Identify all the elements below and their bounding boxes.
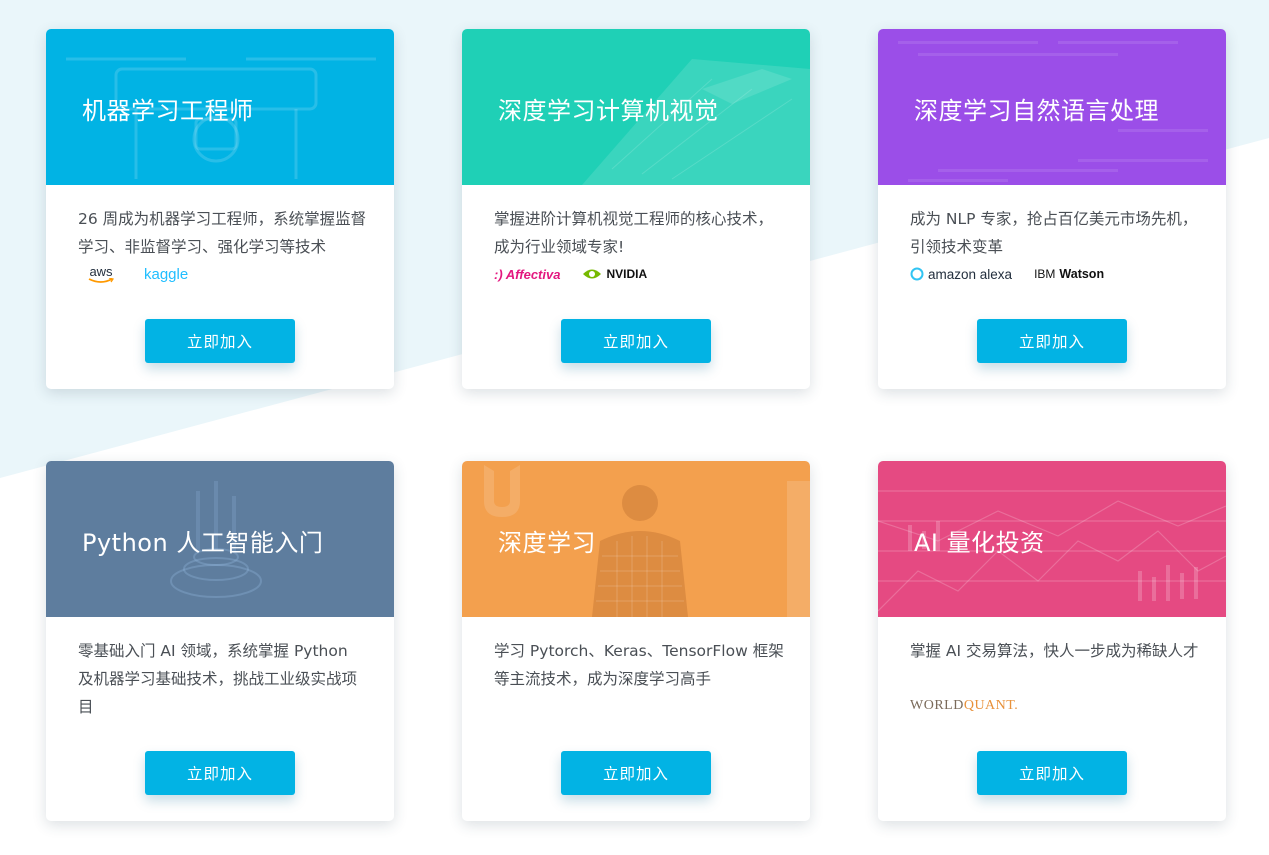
join-button[interactable]: 立即加入 (145, 319, 295, 363)
nvidia-eye-icon (583, 269, 602, 279)
join-button[interactable]: 立即加入 (561, 319, 711, 363)
nvidia-logo: NVIDIA (582, 267, 647, 281)
ibm-watson-logo: IBM Watson (1034, 267, 1105, 281)
join-button[interactable]: 立即加入 (977, 751, 1127, 795)
alexa-ring-icon (910, 267, 924, 281)
course-card-python-ai[interactable]: Python 人工智能入门 零基础入门 AI 领域，系统掌握 Python 及机… (46, 461, 394, 821)
worldquant-logo: WORLD QUANT. (910, 698, 1019, 713)
course-card-ai-quant[interactable]: AI 量化投资 掌握 AI 交易算法，快人一步成为稀缺人才 WORLD QUAN… (878, 461, 1226, 821)
partner-logos: aws kaggle (78, 262, 188, 286)
join-button[interactable]: 立即加入 (145, 751, 295, 795)
card-banner: 深度学习 (462, 461, 810, 617)
card-description: 掌握进阶计算机视觉工程师的核心技术，成为行业领域专家! (494, 210, 774, 256)
course-card-computer-vision[interactable]: 深度学习计算机视觉 掌握进阶计算机视觉工程师的核心技术，成为行业领域专家! :)… (462, 29, 810, 389)
card-banner: Python 人工智能入门 (46, 461, 394, 617)
card-description: 掌握 AI 交易算法，快人一步成为稀缺人才 (910, 642, 1199, 660)
card-banner: 深度学习计算机视觉 (462, 29, 810, 185)
card-banner: 深度学习自然语言处理 (878, 29, 1226, 185)
partner-logos: amazon alexa IBM Watson (910, 262, 1104, 286)
partner-logos: WORLD QUANT. (910, 694, 1018, 718)
card-title: Python 人工智能入门 (82, 529, 324, 557)
course-card-ml-engineer[interactable]: 机器学习工程师 26 周成为机器学习工程师，系统掌握监督学习、非监督学习、强化学… (46, 29, 394, 389)
card-title: 深度学习 (498, 529, 596, 557)
card-title: 机器学习工程师 (82, 97, 254, 125)
card-description: 26 周成为机器学习工程师，系统掌握监督学习、非监督学习、强化学习等技术 (78, 210, 367, 256)
amazon-alexa-logo: amazon alexa (910, 267, 1012, 282)
card-description: 零基础入门 AI 领域，系统掌握 Python 及机器学习基础技术，挑战工业级实… (78, 642, 358, 716)
card-banner: AI 量化投资 (878, 461, 1226, 617)
course-card-deep-learning[interactable]: 深度学习 学习 Pytorch、Keras、TensorFlow 框架等主流技术… (462, 461, 810, 821)
card-title: AI 量化投资 (914, 529, 1045, 557)
affectiva-logo: :) Affectiva (494, 266, 561, 282)
card-title: 深度学习自然语言处理 (914, 97, 1159, 125)
aws-logo: aws (88, 265, 114, 284)
partner-logos: :) Affectiva NVIDIA (494, 262, 647, 286)
card-title: 深度学习计算机视觉 (498, 97, 719, 125)
kaggle-logo: kaggle (144, 265, 189, 283)
card-description: 学习 Pytorch、Keras、TensorFlow 框架等主流技术，成为深度… (494, 642, 784, 688)
join-button[interactable]: 立即加入 (561, 751, 711, 795)
card-banner: 机器学习工程师 (46, 29, 394, 185)
card-description: 成为 NLP 专家，抢占百亿美元市场先机，引领技术变革 (910, 210, 1198, 256)
course-card-nlp[interactable]: 深度学习自然语言处理 成为 NLP 专家，抢占百亿美元市场先机，引领技术变革 a… (878, 29, 1226, 389)
join-button[interactable]: 立即加入 (977, 319, 1127, 363)
